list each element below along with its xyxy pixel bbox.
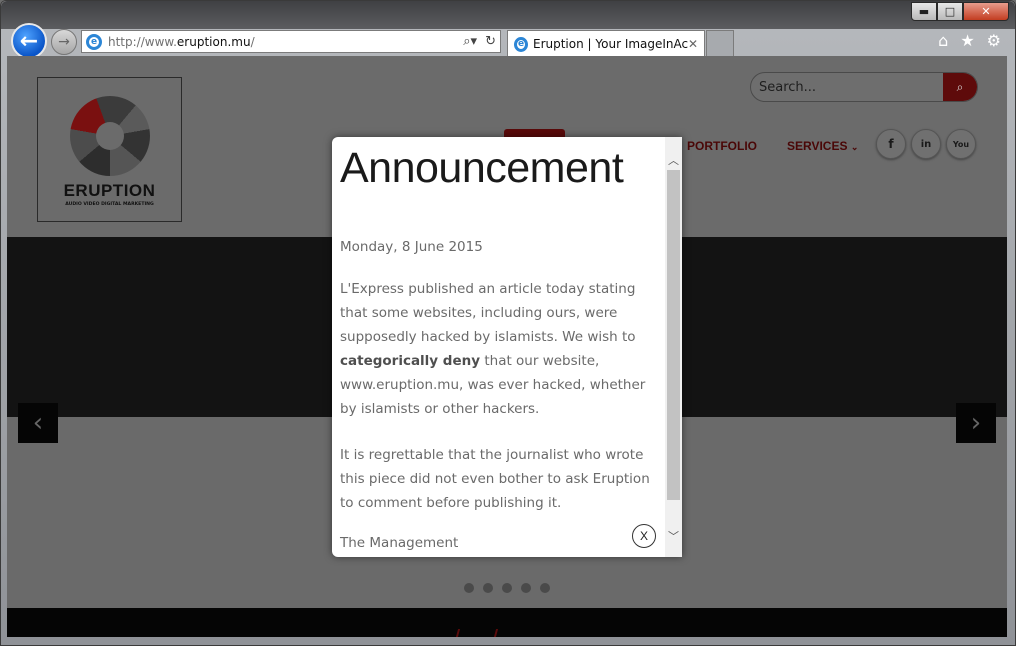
url-suffix: / bbox=[250, 34, 255, 49]
slider-dot[interactable] bbox=[521, 583, 531, 593]
settings-gear-icon[interactable]: ⚙ bbox=[987, 31, 1001, 50]
scroll-thumb[interactable] bbox=[667, 170, 680, 500]
nav-portfolio[interactable]: PORTFOLIO bbox=[687, 139, 757, 153]
linkedin-icon[interactable]: in bbox=[911, 129, 941, 159]
address-tools: ⌕▾ ↻ bbox=[463, 34, 496, 49]
slider-dot[interactable] bbox=[502, 583, 512, 593]
nav-services[interactable]: SERVICES ⌄ bbox=[787, 139, 858, 153]
minimize-button[interactable]: ▬ bbox=[911, 2, 937, 21]
search-dropdown-icon[interactable]: ⌕▾ bbox=[463, 34, 477, 49]
maximize-button[interactable]: □ bbox=[937, 2, 963, 21]
site-search: ⌕ bbox=[750, 72, 978, 102]
slider-prev-button[interactable]: ‹ bbox=[18, 403, 58, 443]
chevron-right-icon: › bbox=[970, 408, 982, 438]
modal-title: Announcement bbox=[340, 144, 624, 192]
logo-name: ERUPTION bbox=[63, 181, 156, 200]
new-tab-button[interactable] bbox=[706, 30, 734, 57]
scroll-up-icon[interactable]: ︿ bbox=[665, 151, 682, 168]
announcement-paragraph-2: It is regrettable that the journalist wh… bbox=[340, 447, 650, 511]
scroll-down-icon[interactable]: ﹀ bbox=[665, 527, 682, 544]
ie-logo-icon: e bbox=[86, 33, 102, 50]
browser-toolbar: ⌂ ★ ⚙ bbox=[938, 31, 1001, 50]
chevron-down-icon: ⌄ bbox=[850, 142, 859, 152]
paragraph-1-emphasis: categorically deny bbox=[340, 353, 481, 369]
refresh-icon[interactable]: ↻ bbox=[485, 34, 496, 49]
search-icon: ⌕ bbox=[956, 79, 964, 94]
announcement-modal: Announcement Monday, 8 June 2015 L'Expre… bbox=[332, 137, 682, 557]
tab-title: Eruption | Your ImageInActi... bbox=[532, 37, 688, 51]
social-links: f in You bbox=[876, 129, 976, 159]
back-button[interactable]: ← bbox=[11, 23, 47, 59]
slider-next-button[interactable]: › bbox=[956, 403, 996, 443]
aperture-logo-icon bbox=[70, 96, 150, 176]
tab-eruption[interactable]: e Eruption | Your ImageInActi... ✕ bbox=[507, 30, 705, 57]
modal-scrollbar[interactable]: ︿ ﹀ bbox=[665, 137, 682, 557]
back-arrow-icon: ← bbox=[19, 28, 39, 54]
nav-services-label: SERVICES bbox=[787, 139, 848, 153]
search-button[interactable]: ⌕ bbox=[943, 73, 977, 101]
home-icon[interactable]: ⌂ bbox=[938, 31, 948, 50]
tab-favicon-icon: e bbox=[514, 36, 528, 52]
chevron-left-icon: ‹ bbox=[32, 408, 44, 438]
announcement-date: Monday, 8 June 2015 bbox=[340, 239, 483, 255]
logo-tagline: AUDIO VIDEO DIGITAL MARKETING bbox=[65, 202, 154, 207]
modal-content: Announcement Monday, 8 June 2015 L'Expre… bbox=[340, 137, 658, 551]
slider-dots bbox=[464, 583, 550, 593]
window-controls: ▬ □ ✕ bbox=[911, 2, 1009, 22]
announcement-signature: The Management bbox=[340, 535, 459, 551]
tab-close-icon[interactable]: ✕ bbox=[688, 37, 698, 51]
slider-dot[interactable] bbox=[483, 583, 493, 593]
address-bar[interactable]: e http://www. eruption.mu / ⌕▾ ↻ bbox=[81, 30, 501, 53]
url-prefix: http://www. bbox=[108, 34, 177, 49]
facebook-icon[interactable]: f bbox=[876, 129, 906, 159]
forward-arrow-icon: → bbox=[58, 34, 70, 50]
url-domain: eruption.mu bbox=[176, 34, 251, 49]
forward-button[interactable]: → bbox=[51, 29, 77, 55]
youtube-icon[interactable]: You bbox=[946, 129, 976, 159]
site-logo[interactable]: ERUPTION AUDIO VIDEO DIGITAL MARKETING bbox=[37, 77, 182, 222]
modal-close-button[interactable]: X bbox=[632, 524, 656, 548]
footer-band bbox=[7, 608, 1007, 637]
slider-dot[interactable] bbox=[540, 583, 550, 593]
main-nav: PORTFOLIO SERVICES ⌄ bbox=[687, 139, 858, 153]
close-window-button[interactable]: ✕ bbox=[963, 2, 1009, 21]
search-input[interactable] bbox=[751, 73, 943, 101]
favorites-star-icon[interactable]: ★ bbox=[960, 31, 974, 50]
footer-decoration bbox=[455, 629, 499, 637]
paragraph-1-text-start: L'Express published an article today sta… bbox=[340, 281, 636, 345]
announcement-paragraph-1: L'Express published an article today sta… bbox=[340, 277, 658, 421]
slider-dot[interactable] bbox=[464, 583, 474, 593]
